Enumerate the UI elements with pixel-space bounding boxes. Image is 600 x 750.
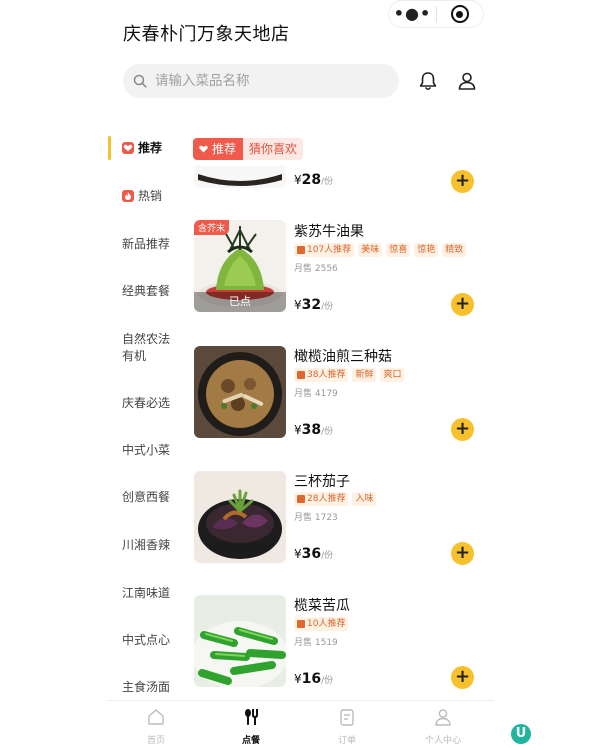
- more-menu-icon[interactable]: •●•: [389, 0, 436, 28]
- thumbs-up-icon: [297, 371, 305, 379]
- search-bar[interactable]: [123, 64, 399, 98]
- sidebar-item-combo[interactable]: 经典套餐: [108, 283, 184, 300]
- sidebar-item-new[interactable]: 新品推荐: [108, 236, 184, 253]
- thumbs-up-icon: [297, 246, 305, 254]
- sidebar-item-chinese-sides[interactable]: 中式小菜: [108, 442, 184, 459]
- dish-image[interactable]: [194, 166, 286, 188]
- monthly-sales: 月售 1723: [294, 513, 338, 523]
- dish-tags: 107人推荐 美味 惊喜 惊艳 精致: [294, 243, 467, 257]
- sidebar-item-western[interactable]: 创意西餐: [108, 489, 184, 506]
- dish-tag: 惊艳: [414, 243, 439, 257]
- sidebar-item-hot[interactable]: 热销: [108, 188, 184, 205]
- section-header: 推荐 猜你喜欢: [193, 137, 304, 161]
- dish-tag: 惊喜: [386, 243, 411, 257]
- add-to-cart-button[interactable]: +: [451, 170, 474, 193]
- dish-name: 榄菜苦瓜: [294, 598, 350, 614]
- cutlery-icon: [245, 709, 258, 725]
- dish-name: 紫苏牛油果: [294, 224, 364, 240]
- ordered-overlay: 已点: [194, 292, 286, 312]
- close-program-icon[interactable]: [437, 5, 483, 23]
- nav-label: 点餐: [241, 736, 260, 746]
- heart-icon: [122, 142, 134, 154]
- dish-tag: 美味: [358, 243, 383, 257]
- user-icon: [435, 709, 451, 726]
- nav-label: 订单: [337, 736, 356, 746]
- monthly-sales: 月售 4179: [294, 389, 338, 399]
- home-icon: [148, 709, 164, 725]
- dish-price: ¥38/份: [294, 422, 334, 438]
- dish-image[interactable]: 含芥末 已点: [194, 220, 286, 312]
- dish-price: ¥32/份: [294, 297, 334, 313]
- sidebar-item-staple[interactable]: 主食汤面: [108, 679, 184, 696]
- dish-price: ¥28/份: [294, 172, 334, 188]
- dish-tags: 28人推荐 入味: [294, 492, 377, 506]
- mini-program-capsule: •●•: [388, 0, 484, 28]
- guess-you-like-label: 猜你喜欢: [243, 138, 304, 160]
- watermark-logo: U: [511, 724, 531, 744]
- dish-tag: 爽口: [380, 368, 405, 382]
- add-to-cart-button[interactable]: +: [451, 542, 474, 565]
- flame-icon: [122, 190, 134, 202]
- add-to-cart-button[interactable]: +: [451, 418, 474, 441]
- nav-label: 个人中心: [424, 736, 461, 746]
- dish-image[interactable]: [194, 346, 286, 438]
- bell-icon[interactable]: [417, 70, 439, 92]
- thumbs-up-icon: [297, 620, 305, 628]
- recommend-count-tag: 38人推荐: [294, 368, 349, 382]
- sidebar-item-spicy[interactable]: 川湘香辣: [108, 537, 184, 554]
- dish-tags: 38人推荐 新鲜 爽口: [294, 368, 405, 382]
- sidebar-item-recommend[interactable]: 推荐: [108, 140, 184, 157]
- dish-corner-tag: 含芥末: [194, 220, 230, 235]
- store-title: 庆春朴门万象天地店: [123, 24, 290, 45]
- dish-image[interactable]: [194, 595, 286, 687]
- dish-name: 三杯茄子: [294, 474, 350, 490]
- bottom-navigation: 首页 点餐 订单 个人中心: [108, 700, 494, 750]
- heart-icon: [199, 145, 208, 153]
- recommend-badge: 推荐: [193, 138, 244, 160]
- order-icon: [340, 709, 354, 726]
- recommend-count-tag: 107人推荐: [294, 243, 355, 257]
- sidebar-item-must-try[interactable]: 庆春必选: [108, 395, 184, 412]
- dish-image[interactable]: [194, 471, 286, 563]
- add-to-cart-button[interactable]: +: [451, 666, 474, 689]
- sidebar-item-jiangnan[interactable]: 江南味道: [108, 585, 184, 602]
- search-input[interactable]: [155, 73, 375, 89]
- search-icon: [133, 74, 147, 88]
- thumbs-up-icon: [297, 495, 305, 503]
- dish-tag: 精致: [442, 243, 467, 257]
- nav-order-food[interactable]: 点餐: [221, 707, 281, 746]
- user-profile-icon[interactable]: [456, 70, 478, 92]
- dish-tag: 新鲜: [352, 368, 377, 382]
- sidebar-item-organic[interactable]: 自然农法有机: [108, 331, 180, 365]
- dish-price: ¥16/份: [294, 671, 334, 687]
- dish-price: ¥36/份: [294, 546, 334, 562]
- nav-profile[interactable]: 个人中心: [413, 707, 473, 746]
- nav-home[interactable]: 首页: [126, 707, 186, 746]
- dish-name: 橄榄油煎三种菇: [294, 349, 392, 365]
- monthly-sales: 月售 2556: [294, 264, 338, 274]
- add-to-cart-button[interactable]: +: [451, 293, 474, 316]
- dish-tag: 入味: [352, 492, 377, 506]
- recommend-count-tag: 10人推荐: [294, 617, 349, 631]
- nav-label: 首页: [146, 736, 165, 746]
- sidebar-item-dimsum[interactable]: 中式点心: [108, 632, 184, 649]
- dish-tags: 10人推荐: [294, 617, 349, 631]
- nav-orders[interactable]: 订单: [317, 707, 377, 746]
- recommend-count-tag: 28人推荐: [294, 492, 349, 506]
- monthly-sales: 月售 1519: [294, 638, 338, 648]
